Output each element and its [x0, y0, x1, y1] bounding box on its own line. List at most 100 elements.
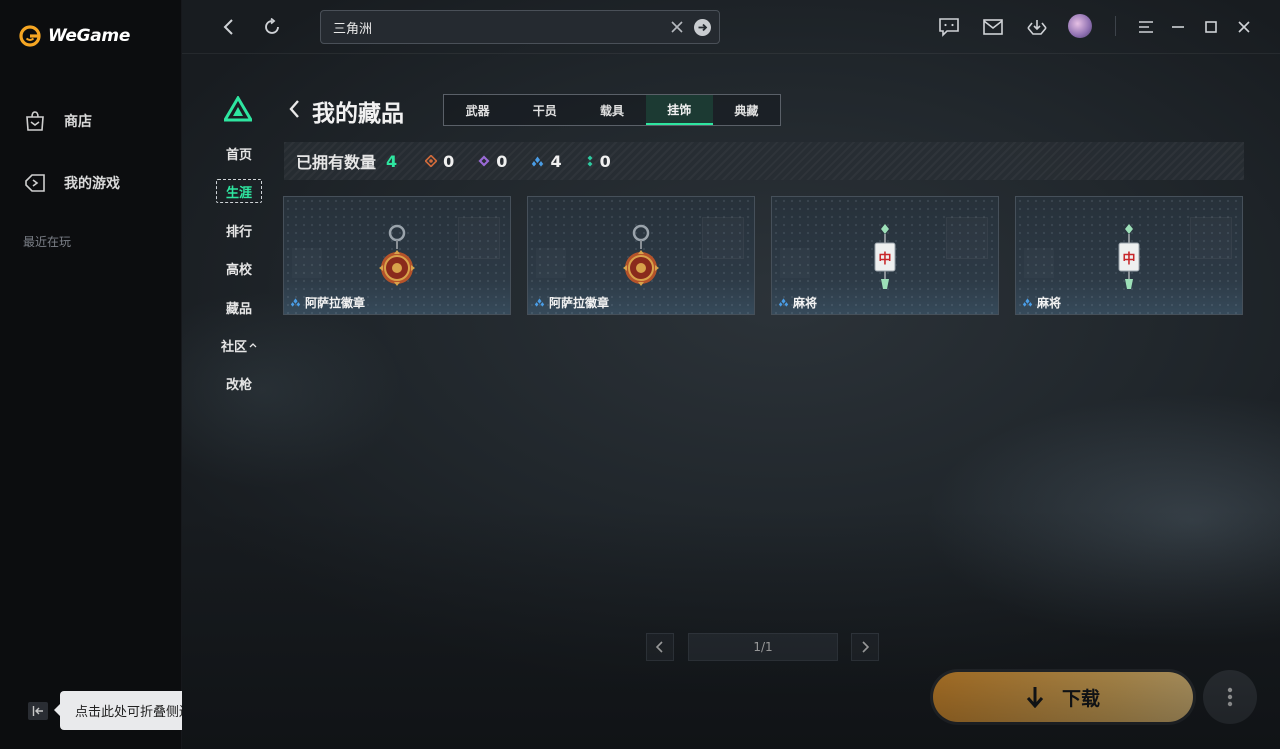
owned-count-value: 4 [386, 151, 398, 171]
page-indicator: 1/1 [688, 633, 838, 661]
chevron-right-icon [862, 641, 870, 653]
mail-button[interactable] [980, 14, 1006, 40]
mail-icon [983, 19, 1003, 35]
prev-page-button[interactable] [646, 633, 674, 661]
gamepad-icon [25, 174, 45, 192]
user-avatar[interactable] [1068, 14, 1092, 38]
brand-name: WeGame [48, 26, 131, 46]
rarity-blue-icon [778, 298, 789, 307]
game-nav-label: 社区 [220, 339, 247, 355]
menu-button[interactable] [1133, 14, 1159, 40]
refresh-icon [265, 18, 279, 34]
category-tabs: 武器 干员 载具 挂饰 典藏 [443, 94, 781, 126]
store-bag-icon [26, 111, 44, 131]
owned-counts-bar: 已拥有数量 4 0 0 4 0 [284, 142, 1244, 180]
sidebar-item-my-games[interactable]: 我的游戏 [24, 172, 120, 194]
rarity-green-icon [587, 155, 593, 167]
item-card[interactable]: 中 麻将 [1015, 196, 1243, 315]
rarity-count-orange: 0 [425, 152, 454, 171]
download-button[interactable]: 下载 [930, 669, 1196, 725]
rarity-count-green: 0 [586, 152, 611, 171]
mahjong-charm-icon: 中 [1118, 224, 1140, 289]
game-nav-home[interactable]: 首页 [216, 141, 262, 165]
game-nav-community[interactable]: 社区 [216, 333, 262, 357]
item-card[interactable]: 阿萨拉徽章 [283, 196, 511, 315]
maximize-button[interactable] [1198, 14, 1224, 40]
tab-collection[interactable]: 典藏 [713, 95, 780, 125]
tab-vehicles[interactable]: 载具 [578, 95, 645, 125]
tab-charms[interactable]: 挂饰 [645, 95, 713, 125]
brand[interactable]: WeGame [18, 24, 130, 48]
game-nav-gunsmith[interactable]: 改枪 [216, 371, 262, 395]
item-card[interactable]: 中 麻将 [771, 196, 999, 315]
rarity-blue-icon [534, 298, 545, 307]
tab-weapons[interactable]: 武器 [444, 95, 511, 125]
recent-played-label: 最近在玩 [23, 235, 72, 249]
chat-icon [939, 18, 959, 37]
item-name: 阿萨拉徽章 [534, 294, 609, 311]
medal-charm-icon [623, 224, 659, 286]
game-nav-career[interactable]: 生涯 [216, 179, 262, 203]
download-arrow-icon [1026, 687, 1044, 708]
hamburger-menu-icon [1139, 21, 1153, 33]
refresh-button[interactable] [259, 14, 285, 40]
rarity-blue-icon [532, 156, 544, 166]
downloads-button[interactable] [1024, 14, 1050, 40]
rarity-count-value: 0 [443, 151, 455, 171]
collapse-sidebar-button[interactable] [28, 702, 48, 720]
rarity-count-blue: 4 [531, 151, 562, 171]
svg-text:中: 中 [878, 251, 891, 267]
rarity-blue-icon [1022, 298, 1033, 307]
minimize-button[interactable] [1165, 14, 1191, 40]
close-icon [1238, 21, 1250, 33]
arrow-right-icon [698, 23, 708, 32]
game-nav-university[interactable]: 高校 [216, 256, 262, 280]
tab-operators[interactable]: 干员 [511, 95, 578, 125]
svg-text:中: 中 [1122, 251, 1135, 267]
sidebar-item-label: 商店 [64, 114, 92, 130]
search-submit-button[interactable] [694, 19, 711, 36]
chevron-left-icon [223, 19, 233, 35]
rarity-purple-icon [478, 155, 490, 167]
next-page-button[interactable] [851, 633, 879, 661]
rarity-count-value: 0 [496, 151, 508, 171]
toolbar-divider [1115, 16, 1116, 36]
download-label: 下载 [1061, 687, 1100, 710]
sidebar-item-store[interactable]: 商店 [24, 110, 92, 132]
item-card[interactable]: 阿萨拉徽章 [527, 196, 755, 315]
sidebar: WeGame 商店 我的游戏 最近在玩 点击此处可折叠侧边栏 [0, 0, 220, 749]
item-name: 麻将 [1022, 294, 1061, 311]
search-input[interactable] [333, 11, 653, 43]
game-nav-ranking[interactable]: 排行 [216, 218, 262, 242]
game-nav-collection[interactable]: 藏品 [216, 295, 262, 319]
clear-search-icon[interactable] [669, 19, 685, 35]
top-bar [182, 0, 1280, 54]
chevron-left-icon [655, 641, 663, 653]
more-vertical-icon [1227, 687, 1233, 707]
item-name: 麻将 [778, 294, 817, 311]
back-arrow-icon[interactable] [286, 98, 304, 120]
nav-back-button[interactable] [216, 14, 242, 40]
page-title: 我的藏品 [312, 101, 404, 127]
close-button[interactable] [1231, 14, 1257, 40]
item-name-label: 麻将 [793, 296, 818, 310]
chat-button[interactable] [936, 14, 962, 40]
mahjong-charm-icon: 中 [874, 224, 896, 289]
rarity-count-value: 4 [550, 151, 562, 171]
item-name-label: 阿萨拉徽章 [305, 296, 366, 310]
rarity-count-purple: 0 [478, 152, 507, 171]
owned-count-label: 已拥有数量 [296, 153, 377, 172]
search-box [320, 10, 720, 44]
download-manager-icon [1027, 20, 1047, 35]
wegame-logo-icon [19, 25, 41, 47]
item-name: 阿萨拉徽章 [290, 294, 365, 311]
delta-force-logo-icon[interactable] [224, 96, 252, 122]
medal-charm-icon [379, 224, 415, 286]
download-button-body: 下载 [933, 672, 1193, 722]
chevron-up-icon [249, 343, 257, 348]
sidebar-item-label: 我的游戏 [64, 176, 120, 192]
rarity-orange-icon [425, 155, 438, 167]
item-name-label: 麻将 [1037, 296, 1062, 310]
maximize-icon [1205, 21, 1217, 33]
more-options-button[interactable] [1203, 670, 1257, 724]
